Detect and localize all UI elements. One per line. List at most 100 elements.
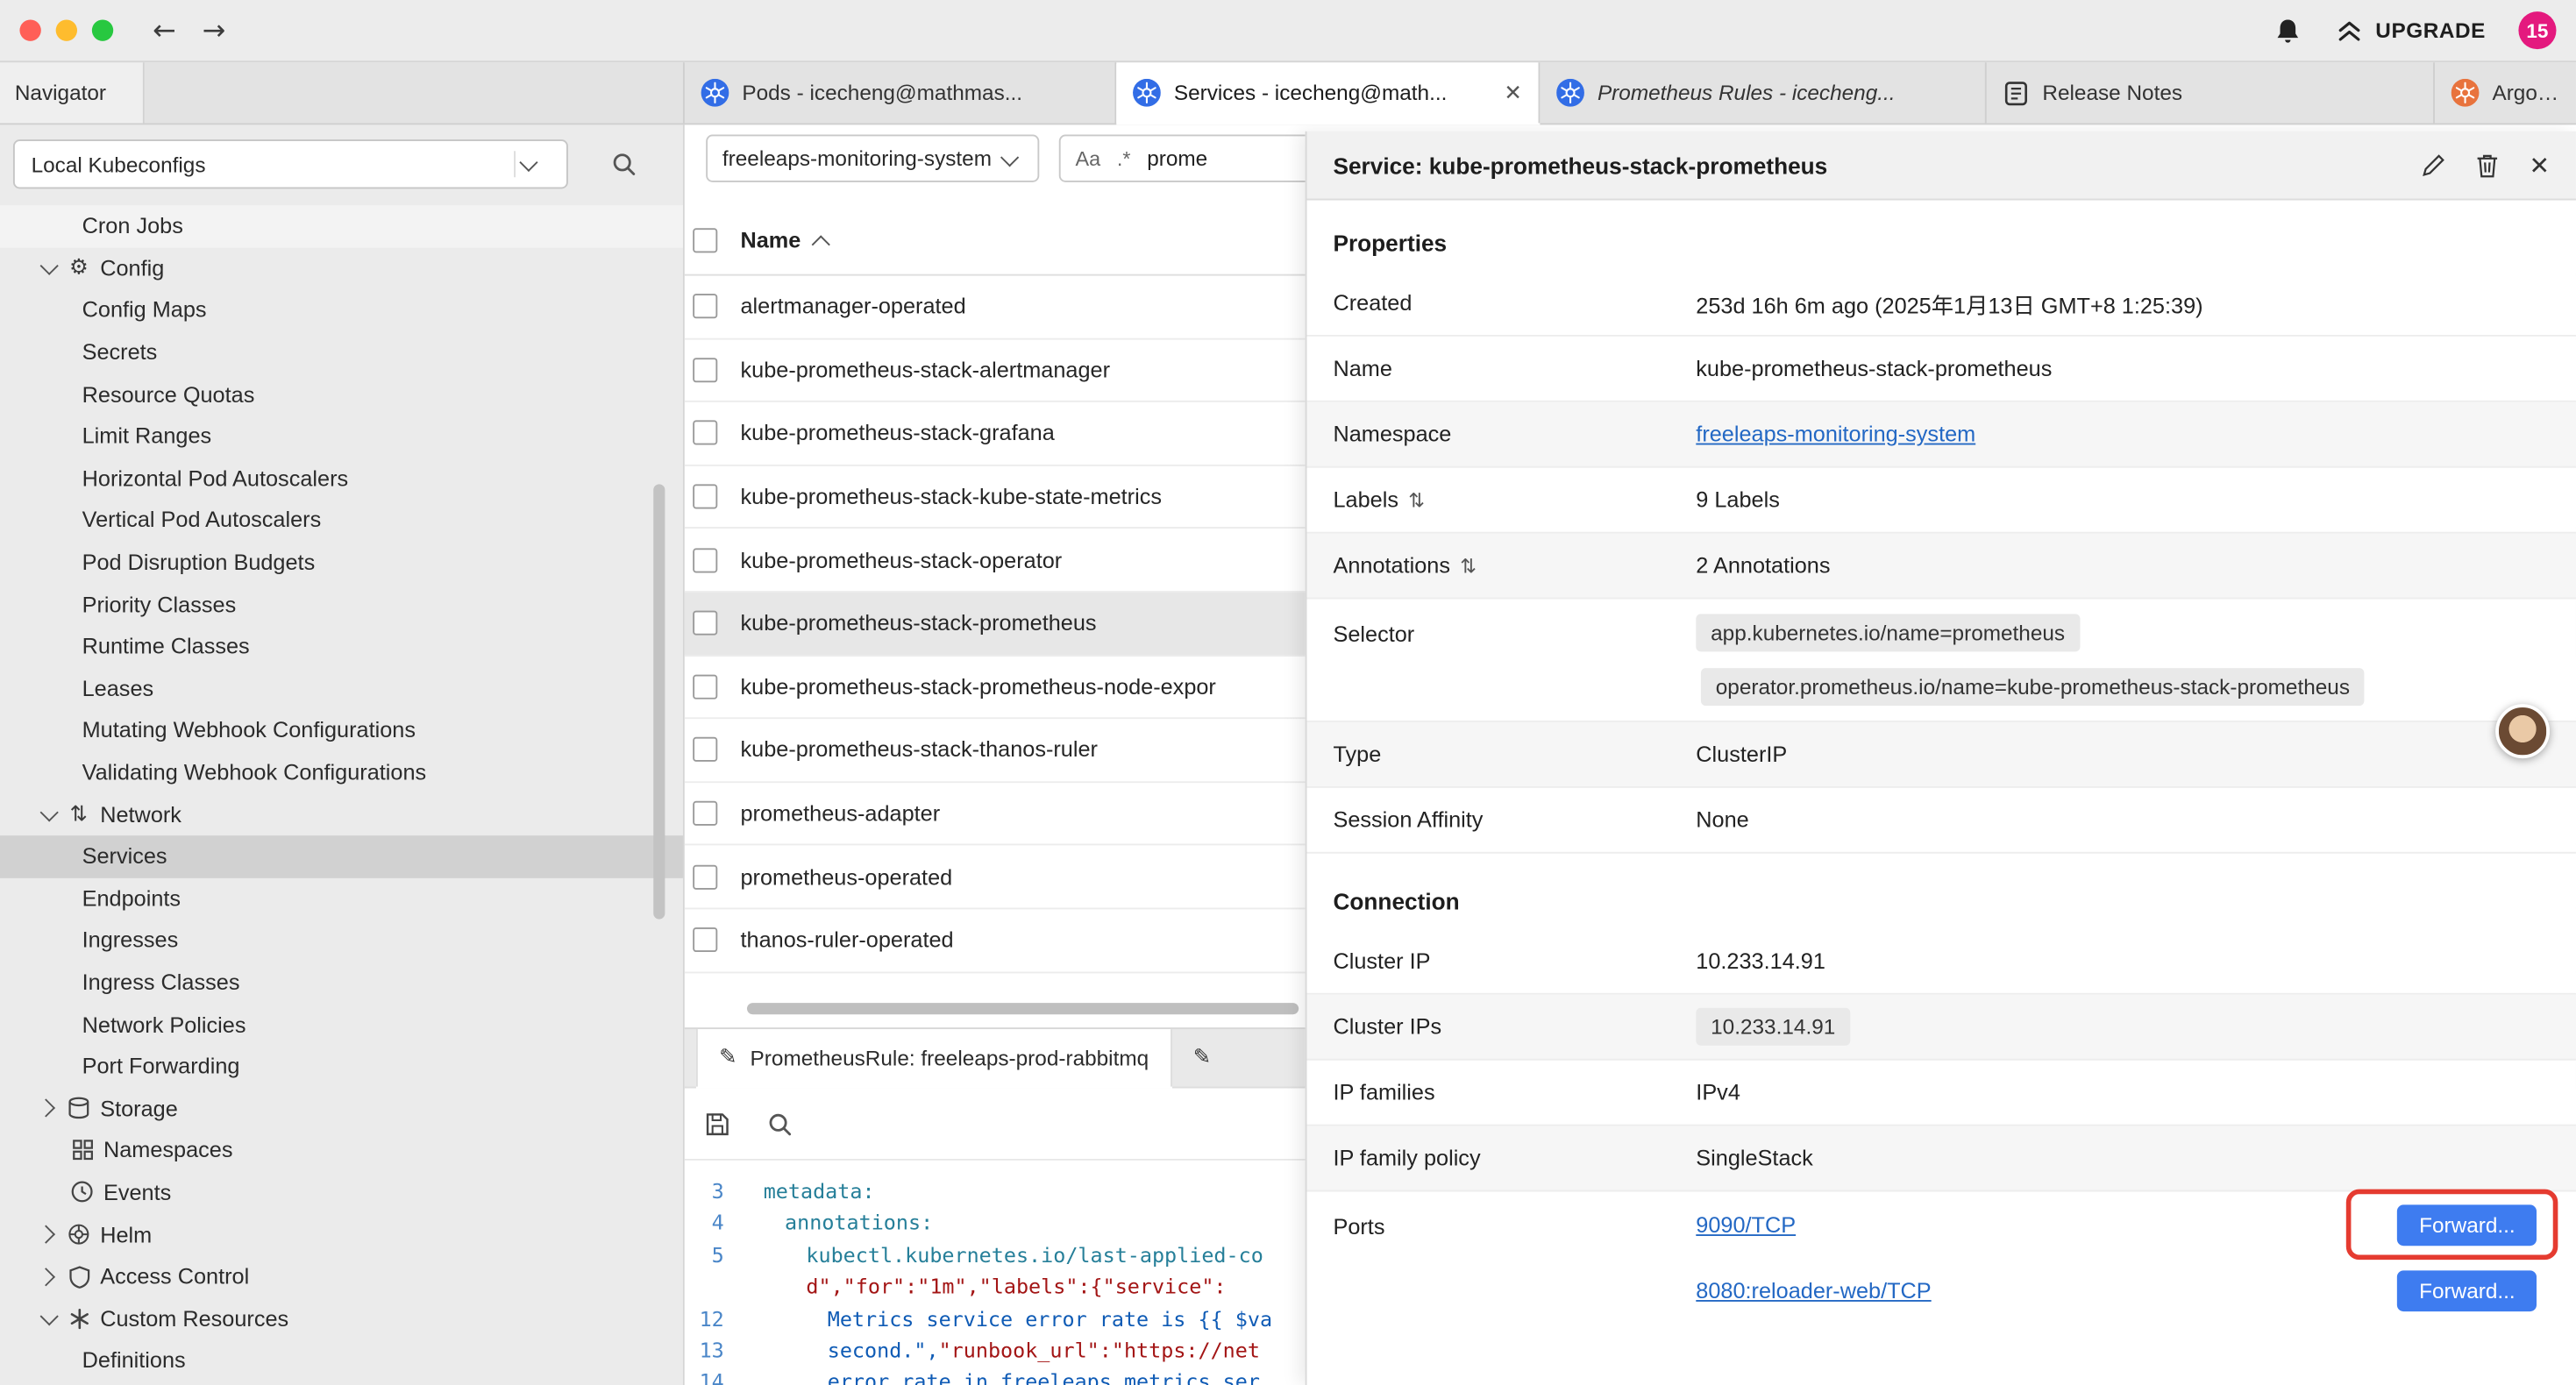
- forward-arrow-icon[interactable]: →: [203, 14, 226, 46]
- sidebar-item-validating-webhook-configurations[interactable]: Validating Webhook Configurations: [0, 751, 683, 793]
- row-checkbox[interactable]: [693, 738, 717, 763]
- sidebar-group-storage[interactable]: Storage: [0, 1087, 683, 1129]
- name-column-header[interactable]: Name: [740, 227, 833, 253]
- sidebar-item-label: Port Forwarding: [82, 1054, 240, 1078]
- chevron-right-icon[interactable]: [36, 1263, 62, 1289]
- tab-pods[interactable]: Pods - icecheng@mathmas...: [685, 62, 1116, 123]
- row-checkbox[interactable]: [693, 358, 717, 382]
- sidebar-item-runtime-classes[interactable]: Runtime Classes: [0, 625, 683, 667]
- back-arrow-icon[interactable]: ←: [153, 14, 176, 46]
- sidebar-item-priority-classes[interactable]: Priority Classes: [0, 583, 683, 625]
- sidebar-item-namespaces[interactable]: Namespaces: [0, 1129, 683, 1171]
- sidebar-item-vertical-pod-autoscalers[interactable]: Vertical Pod Autoscalers: [0, 500, 683, 542]
- minimize-window-button[interactable]: [56, 19, 77, 40]
- sidebar-group-network[interactable]: ⇅ Network: [0, 793, 683, 835]
- sidebar-item-label: Access Control: [100, 1264, 249, 1289]
- close-drawer-icon[interactable]: ✕: [2529, 150, 2550, 180]
- zoom-window-button[interactable]: [92, 19, 113, 40]
- notification-count-badge[interactable]: 15: [2518, 11, 2556, 49]
- namespace-filter-value: freeleaps-monitoring-system: [722, 146, 992, 171]
- chevron-down-icon[interactable]: [36, 801, 62, 827]
- sidebar-item-pod-disruption-budgets[interactable]: Pod Disruption Budgets: [0, 541, 683, 583]
- row-checkbox[interactable]: [693, 674, 717, 699]
- sidebar-group-custom-resources[interactable]: Custom Resources: [0, 1297, 683, 1339]
- editor-tab-next[interactable]: ✎: [1171, 1029, 1232, 1087]
- row-checkbox[interactable]: [693, 421, 717, 445]
- tab-services[interactable]: Services - icecheng@math... ✕: [1116, 62, 1540, 123]
- sidebar-item-resource-quotas[interactable]: Resource Quotas: [0, 373, 683, 416]
- tab-argo[interactable]: Argo S...: [2435, 62, 2576, 123]
- row-checkbox[interactable]: [693, 548, 717, 572]
- chevron-down-icon[interactable]: [36, 255, 62, 281]
- property-row-ports: Ports 9090/TCP Forward... 8080:reloader-…: [1307, 1191, 2576, 1326]
- save-icon[interactable]: [704, 1112, 730, 1138]
- sidebar-item-label: Namespaces: [103, 1138, 233, 1162]
- edit-pencil-icon[interactable]: [2423, 153, 2447, 177]
- namespace-link[interactable]: freeleaps-monitoring-system: [1696, 422, 1975, 446]
- sidebar-item-label: Storage: [100, 1096, 178, 1120]
- titlebar-right: UPGRADE 15: [2274, 11, 2576, 49]
- line-number: 13: [685, 1334, 745, 1366]
- row-checkbox[interactable]: [693, 801, 717, 826]
- sidebar-item-mutating-webhook-configurations[interactable]: Mutating Webhook Configurations: [0, 709, 683, 751]
- sidebar-item-horizontal-pod-autoscalers[interactable]: Horizontal Pod Autoscalers: [0, 458, 683, 500]
- namespace-filter-select[interactable]: freeleaps-monitoring-system: [706, 135, 1039, 182]
- sidebar-item-leases[interactable]: Leases: [0, 667, 683, 709]
- property-value: 9 Labels: [1696, 487, 1780, 512]
- sidebar-item-label: Helm: [100, 1222, 152, 1246]
- row-checkbox[interactable]: [693, 485, 717, 509]
- sidebar-item-secrets[interactable]: Secrets: [0, 331, 683, 373]
- sidebar-item-network-policies[interactable]: Network Policies: [0, 1004, 683, 1046]
- row-checkbox[interactable]: [693, 864, 717, 889]
- notification-bell-icon[interactable]: [2274, 16, 2302, 46]
- port-link[interactable]: 8080:reloader-web/TCP: [1696, 1278, 1931, 1303]
- upgrade-button[interactable]: UPGRADE: [2334, 18, 2485, 44]
- kubernetes-icon: [701, 79, 729, 107]
- sidebar-scrollbar[interactable]: [653, 484, 665, 919]
- sort-ascending-icon: [808, 227, 834, 253]
- expand-toggle-icon[interactable]: ⇅: [1408, 488, 1425, 511]
- drawer-header-icons: ✕: [2423, 150, 2550, 180]
- regex-toggle[interactable]: .*: [1117, 147, 1131, 170]
- trash-icon[interactable]: [2477, 152, 2500, 178]
- close-tab-icon[interactable]: ✕: [1504, 80, 1521, 106]
- expand-toggle-icon[interactable]: ⇅: [1460, 554, 1477, 577]
- horizontal-scrollbar[interactable]: [747, 1003, 1299, 1014]
- sidebar-group-config[interactable]: ⚙ Config: [0, 247, 683, 289]
- row-checkbox[interactable]: [693, 611, 717, 636]
- sidebar-item-port-forwarding[interactable]: Port Forwarding: [0, 1046, 683, 1088]
- port-link[interactable]: 9090/TCP: [1696, 1212, 1796, 1237]
- chevron-right-icon[interactable]: [36, 1221, 62, 1247]
- chevron-down-icon[interactable]: [36, 1305, 62, 1332]
- sidebar-item-ingress-classes[interactable]: Ingress Classes: [0, 962, 683, 1004]
- property-value: kube-prometheus-stack-prometheus: [1696, 356, 2052, 380]
- chevron-right-icon[interactable]: [36, 1095, 62, 1121]
- sidebar-item-config-maps[interactable]: Config Maps: [0, 289, 683, 331]
- sidebar-item-events[interactable]: Events: [0, 1171, 683, 1213]
- row-checkbox[interactable]: [693, 295, 717, 319]
- navigator-panel-tab[interactable]: Navigator: [0, 62, 145, 123]
- user-avatar[interactable]: [2495, 704, 2550, 758]
- sidebar-item-ingresses[interactable]: Ingresses: [0, 920, 683, 962]
- sidebar-item-endpoints[interactable]: Endpoints: [0, 877, 683, 920]
- sidebar-search-icon[interactable]: [611, 151, 637, 177]
- close-window-button[interactable]: [19, 19, 40, 40]
- tab-release-notes[interactable]: Release Notes: [1987, 62, 2435, 123]
- kubeconfig-selector[interactable]: Local Kubeconfigs: [13, 139, 568, 188]
- service-name: prometheus-operated: [740, 864, 952, 889]
- sidebar-item-cron-jobs[interactable]: Cron Jobs: [0, 205, 683, 247]
- property-row-session-affinity: Session Affinity None: [1307, 788, 2576, 854]
- editor-tab-prometheusrule[interactable]: ✎ PrometheusRule: freeleaps-prod-rabbitm…: [696, 1029, 1171, 1087]
- sidebar-item-limit-ranges[interactable]: Limit Ranges: [0, 416, 683, 458]
- select-all-checkbox[interactable]: [693, 228, 717, 252]
- row-checkbox[interactable]: [693, 927, 717, 952]
- tab-prometheus-rules[interactable]: Prometheus Rules - icecheng...: [1540, 62, 1986, 123]
- forward-button[interactable]: Forward...: [2398, 1269, 2537, 1310]
- forward-button[interactable]: Forward...: [2398, 1204, 2537, 1245]
- sidebar-item-definitions[interactable]: Definitions: [0, 1339, 683, 1381]
- sidebar-group-helm[interactable]: Helm: [0, 1213, 683, 1255]
- sidebar-group-access-control[interactable]: Access Control: [0, 1255, 683, 1297]
- match-case-toggle[interactable]: Aa: [1075, 147, 1100, 170]
- sidebar-item-services[interactable]: Services: [0, 835, 683, 877]
- editor-search-icon[interactable]: [766, 1112, 793, 1138]
